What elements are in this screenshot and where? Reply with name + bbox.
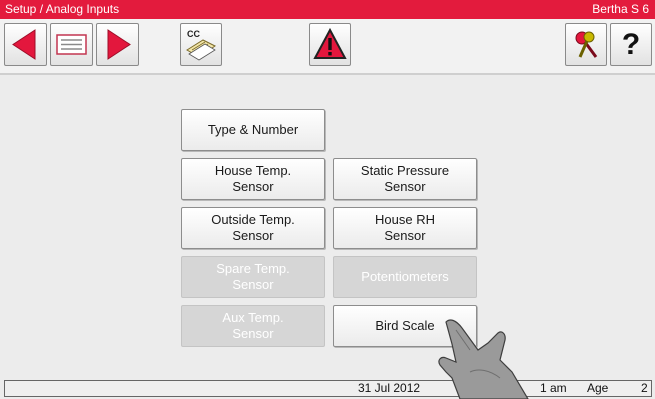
aux-temp-sensor-button: Aux Temp. Sensor	[181, 305, 325, 347]
keys-icon	[575, 31, 598, 58]
type-number-button[interactable]: Type & Number	[181, 109, 325, 151]
alarm-button[interactable]	[309, 23, 351, 66]
device-name: Bertha S 6	[592, 2, 649, 16]
back-button[interactable]	[4, 23, 47, 66]
access-keys-button[interactable]	[565, 23, 607, 66]
bird-scale-button[interactable]: Bird Scale	[333, 305, 477, 347]
age-value: 2	[641, 381, 648, 395]
copy-config-button[interactable]: CC	[180, 23, 222, 66]
house-rh-sensor-button[interactable]: House RH Sensor	[333, 207, 477, 249]
status-bar: 31 Jul 2012 1 am Age 2	[4, 380, 652, 397]
help-button[interactable]: ?	[610, 23, 652, 66]
title-bar: Setup / Analog Inputs Bertha S 6	[0, 0, 655, 19]
potentiometers-button: Potentiometers	[333, 256, 477, 298]
list-view-button[interactable]	[50, 23, 93, 66]
list-form-icon	[56, 34, 87, 55]
left-arrow-icon	[12, 29, 36, 60]
right-arrow-icon	[107, 29, 131, 60]
static-pressure-sensor-button[interactable]: Static Pressure Sensor	[333, 158, 477, 200]
age-label: Age	[587, 381, 609, 395]
house-temp-sensor-button[interactable]: House Temp. Sensor	[181, 158, 325, 200]
outside-temp-sensor-button[interactable]: Outside Temp. Sensor	[181, 207, 325, 249]
forward-button[interactable]	[96, 23, 139, 66]
help-icon: ?	[621, 28, 641, 61]
status-time: 1 am	[540, 381, 567, 395]
warning-triangle-icon	[313, 27, 347, 59]
copy-config-icon	[186, 39, 216, 61]
spare-temp-sensor-button: Spare Temp. Sensor	[181, 256, 325, 298]
toolbar: CC ?	[0, 19, 655, 75]
page-title: Setup / Analog Inputs	[5, 2, 120, 16]
status-date: 31 Jul 2012	[358, 381, 421, 395]
